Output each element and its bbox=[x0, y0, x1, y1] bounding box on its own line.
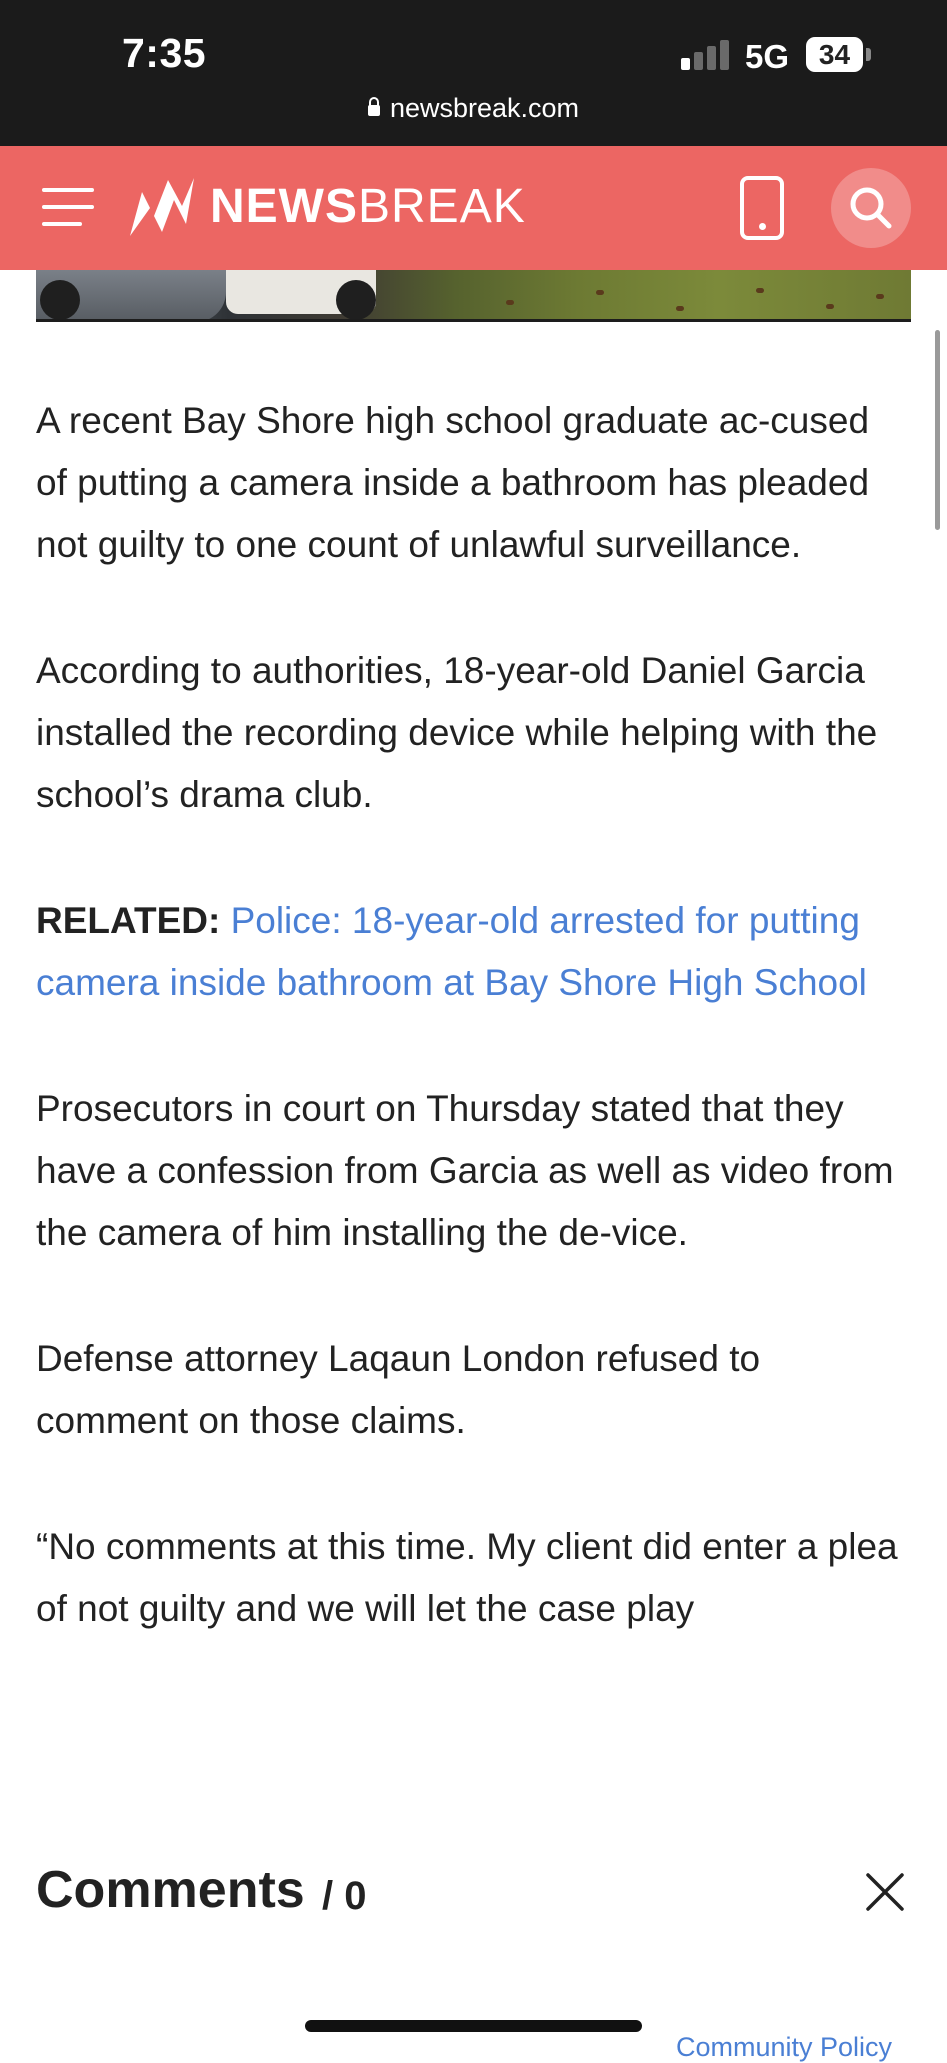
phone-home-dot bbox=[759, 223, 766, 230]
url-text: newsbreak.com bbox=[389, 93, 580, 123]
phone-icon[interactable] bbox=[740, 176, 784, 240]
menu-button[interactable] bbox=[42, 188, 94, 228]
search-icon bbox=[850, 187, 892, 229]
article-paragraph: According to authorities, 18-year-old Da… bbox=[36, 650, 878, 815]
newsbreak-logo-icon[interactable] bbox=[128, 176, 196, 238]
car-wheel bbox=[40, 280, 80, 320]
article-paragraph: “No comments at this time. My client did… bbox=[36, 1526, 898, 1629]
menu-icon bbox=[42, 188, 94, 192]
article-hero-image bbox=[36, 270, 911, 322]
status-time: 7:35 bbox=[122, 30, 207, 76]
address-bar[interactable]: newsbreak.com bbox=[0, 93, 947, 124]
battery-icon: 34 bbox=[806, 37, 863, 72]
lock-icon bbox=[367, 97, 380, 116]
leaf bbox=[826, 304, 834, 309]
leaf bbox=[596, 290, 604, 295]
comments-count: / 0 bbox=[322, 1874, 367, 1918]
menu-icon-line bbox=[42, 205, 94, 209]
newsbreak-logo[interactable]: NEWSBREAK bbox=[210, 180, 526, 234]
menu-icon-line bbox=[42, 222, 82, 226]
leaf bbox=[876, 294, 884, 299]
leaf bbox=[676, 306, 684, 311]
leaf bbox=[756, 288, 764, 293]
page-scrollbar[interactable] bbox=[935, 330, 940, 530]
hero-image-border bbox=[36, 319, 911, 322]
article-paragraph: Prosecutors in court on Thursday stated … bbox=[36, 1088, 894, 1253]
logo-text-bold: NEWS bbox=[210, 180, 358, 233]
comments-panel bbox=[0, 1802, 947, 2048]
status-bar: 7:35 5G 34 newsbreak.com bbox=[0, 0, 947, 146]
leaf bbox=[506, 300, 514, 305]
article-paragraph: A recent Bay Shore high school graduate … bbox=[36, 400, 870, 565]
article-body: A recent Bay Shore high school graduate … bbox=[36, 390, 906, 1802]
battery-level: 34 bbox=[818, 39, 851, 70]
logo-text-light: BREAK bbox=[358, 180, 526, 233]
network-type: 5G bbox=[745, 38, 790, 75]
related-label: RELATED: bbox=[36, 900, 221, 941]
close-icon[interactable] bbox=[866, 1873, 904, 1911]
car-wheel bbox=[336, 280, 376, 320]
search-button[interactable] bbox=[831, 168, 911, 248]
article-paragraph: Defense attorney Laqaun London refused t… bbox=[36, 1338, 761, 1441]
comments-title: Comments bbox=[36, 1861, 305, 1919]
signal-strength-icon bbox=[681, 40, 731, 70]
related-paragraph: RELATED: Police: 18-year-old arrested fo… bbox=[36, 890, 906, 1014]
home-indicator[interactable] bbox=[305, 2020, 642, 2032]
battery-nub bbox=[866, 48, 871, 61]
